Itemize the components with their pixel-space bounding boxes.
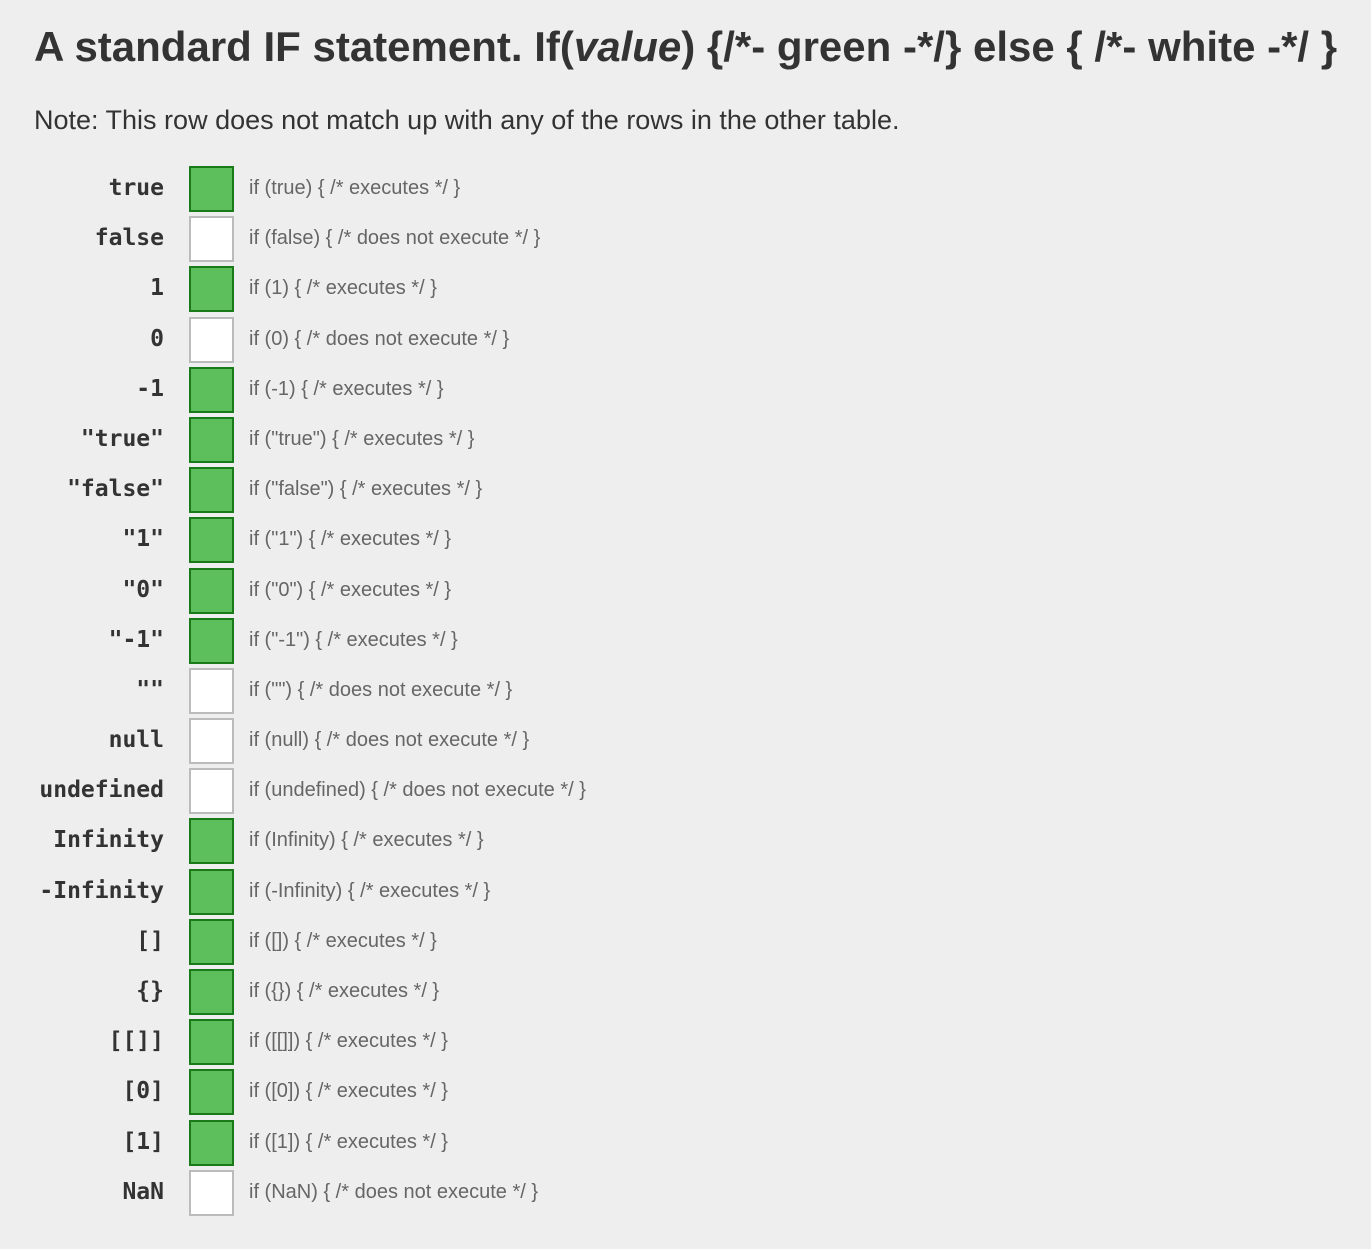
executes-indicator: [189, 1019, 234, 1066]
code-example: if (Infinity) { /* executes */ }: [249, 829, 484, 852]
executes-indicator: [189, 818, 234, 865]
code-example: if ("") { /* does not execute */ }: [249, 678, 513, 701]
value-label: -Infinity: [39, 877, 164, 904]
value-label: 0: [150, 325, 164, 352]
code-example: if (1) { /* executes */ }: [249, 277, 437, 300]
code-example: if (NaN) { /* does not execute */ }: [249, 1180, 539, 1203]
value-label: [[]]: [108, 1028, 164, 1055]
code-example: if (false) { /* does not execute */ }: [249, 227, 541, 250]
executes-indicator: [189, 918, 234, 965]
table-row: NaN if (NaN) { /* does not execute */ }: [0, 1168, 700, 1218]
executes-indicator: [189, 868, 234, 915]
table-row: undefined if (undefined) { /* does not ex…: [0, 766, 700, 816]
executes-indicator: [189, 1069, 234, 1116]
table-row: [1] if ([1]) { /* executes */ }: [0, 1118, 700, 1168]
not-executes-indicator: [189, 718, 234, 765]
table-row: false if (false) { /* does not execute */…: [0, 214, 700, 264]
table-row: "0" if ("0") { /* executes */ }: [0, 566, 700, 616]
table-row: [[]] if ([[]]) { /* executes */ }: [0, 1017, 700, 1067]
table-row: [0] if ([0]) { /* executes */ }: [0, 1067, 700, 1117]
truth-table: true if (true) { /* executes */ } false if …: [0, 164, 700, 1218]
executes-indicator: [189, 1119, 234, 1166]
code-example: if (undefined) { /* does not execute */ …: [249, 779, 586, 802]
table-row: "" if ("") { /* does not execute */ }: [0, 666, 700, 716]
executes-indicator: [189, 969, 234, 1015]
code-example: if ("0") { /* executes */ }: [249, 578, 452, 601]
code-example: if ("true") { /* executes */ }: [249, 427, 475, 450]
value-label: -1: [136, 375, 164, 402]
executes-indicator: [189, 166, 234, 212]
value-label: true: [108, 175, 164, 201]
not-executes-indicator: [189, 216, 234, 263]
value-label: []: [136, 927, 164, 954]
executes-indicator: [189, 567, 234, 614]
value-label: "1": [122, 526, 164, 553]
title-emphasis: value: [573, 23, 682, 70]
note-text: Note: This row does not match up with an…: [34, 105, 900, 135]
table-row: null if (null) { /* does not execute */ }: [0, 716, 700, 766]
title-suffix: ) {/*- green -*/} else { /*- white -*/ }: [681, 23, 1338, 70]
code-example: if (0) { /* does not execute */ }: [249, 327, 510, 350]
executes-indicator: [189, 517, 234, 564]
code-example: if ([]) { /* executes */ }: [249, 929, 437, 952]
code-example: if (null) { /* does not execute */ }: [249, 729, 530, 752]
table-row: "true" if ("true") { /* executes */ }: [0, 415, 700, 465]
title-prefix: A standard IF statement. If(: [34, 23, 574, 70]
table-row: "1" if ("1") { /* executes */ }: [0, 515, 700, 565]
code-example: if (-Infinity) { /* executes */ }: [249, 879, 491, 902]
value-label: "true": [80, 425, 164, 452]
value-label: 1: [150, 275, 164, 302]
code-example: if ("false") { /* executes */ }: [249, 478, 483, 501]
value-label: [0]: [122, 1078, 164, 1105]
table-row: true if (true) { /* executes */ }: [0, 164, 700, 214]
page-title: A standard IF statement. If(value) {/*- …: [34, 22, 1337, 72]
value-label: "false": [67, 476, 164, 503]
value-label: false: [94, 225, 164, 252]
not-executes-indicator: [189, 316, 234, 363]
value-label: null: [108, 727, 164, 754]
code-example: if ("-1") { /* executes */ }: [249, 628, 458, 651]
value-label: Infinity: [53, 827, 164, 854]
executes-indicator: [189, 617, 234, 664]
not-executes-indicator: [189, 1169, 234, 1216]
table-row: 0 if (0) { /* does not execute */ }: [0, 315, 700, 365]
code-example: if ([0]) { /* executes */ }: [249, 1080, 448, 1103]
table-row: -1 if (-1) { /* executes */ }: [0, 365, 700, 415]
value-label: {}: [136, 978, 164, 1004]
code-example: if (true) { /* executes */ }: [249, 177, 461, 199]
table-row: Infinity if (Infinity) { /* executes */ }: [0, 816, 700, 866]
table-row: -Infinity if (-Infinity) { /* executes */…: [0, 867, 700, 917]
table-row: "-1" if ("-1") { /* executes */ }: [0, 616, 700, 666]
not-executes-indicator: [189, 667, 234, 714]
value-label: undefined: [39, 777, 164, 804]
code-example: if (-1) { /* executes */ }: [249, 377, 444, 400]
code-example: if ({}) { /* executes */ }: [249, 980, 440, 1002]
table-row: [] if ([]) { /* executes */ }: [0, 917, 700, 967]
code-example: if ([1]) { /* executes */ }: [249, 1130, 448, 1153]
not-executes-indicator: [189, 768, 234, 815]
code-example: if ("1") { /* executes */ }: [249, 528, 452, 551]
executes-indicator: [189, 467, 234, 514]
value-label: [1]: [122, 1128, 164, 1155]
table-row: "false" if ("false") { /* executes */ }: [0, 465, 700, 515]
value-label: "0": [122, 576, 164, 603]
table-row: 1 if (1) { /* executes */ }: [0, 264, 700, 314]
value-label: "": [136, 676, 164, 703]
executes-indicator: [189, 266, 234, 313]
table-row: {} if ({}) { /* executes */ }: [0, 967, 700, 1017]
value-label: NaN: [122, 1178, 164, 1205]
executes-indicator: [189, 366, 234, 413]
value-label: "-1": [108, 626, 164, 653]
code-example: if ([[]]) { /* executes */ }: [249, 1030, 448, 1053]
executes-indicator: [189, 416, 234, 463]
